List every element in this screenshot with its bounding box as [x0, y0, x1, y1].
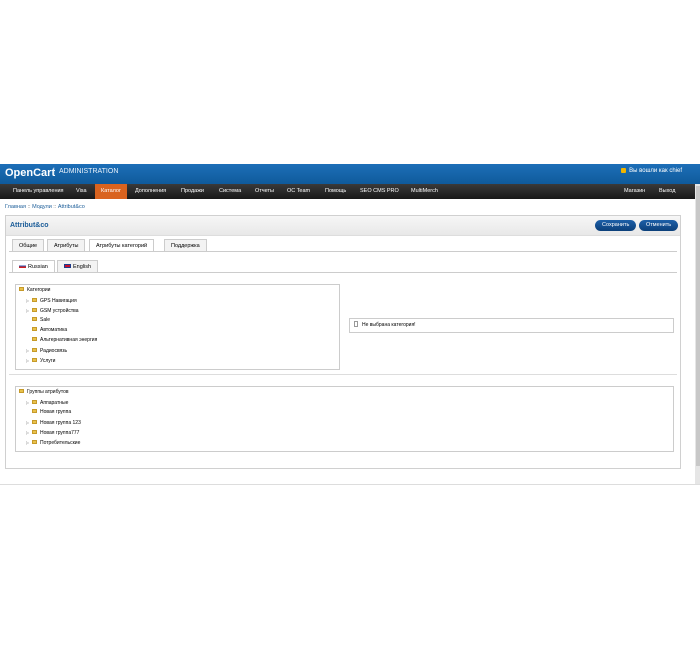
tab-support[interactable]: Поддержка — [164, 239, 207, 251]
tab-lang-english[interactable]: English — [57, 260, 99, 272]
breadcrumb-modules[interactable]: Модули — [32, 204, 52, 210]
lang-english-label: English — [73, 264, 92, 270]
page-scrollbar[interactable] — [695, 184, 700, 484]
tree-node-label: Услуги — [40, 358, 56, 364]
lang-russian-label: Russian — [28, 264, 48, 270]
folder-icon — [32, 440, 37, 444]
section-divider — [9, 374, 677, 375]
category-tree-panel: Категории ▷ GPS Навигация ▷ GSM устройства… — [15, 284, 340, 370]
breadcrumb-separator: :: — [53, 204, 57, 210]
tree-node-category[interactable]: ▷ Радиосвязь — [26, 346, 67, 355]
breadcrumb-separator: :: — [27, 204, 31, 210]
breadcrumb: Главная :: Модули :: Attribut&co — [5, 204, 85, 210]
tree-node-attribute-group[interactable]: ▷ Новая группа 123 — [26, 418, 81, 427]
tree-node-category[interactable]: Автоматика — [32, 326, 67, 335]
tab-attributes[interactable]: Атрибуты — [47, 239, 86, 251]
tree-root-attribute-groups[interactable]: Группы атрибутов — [19, 388, 69, 397]
folder-icon — [32, 420, 37, 424]
folder-icon — [32, 308, 37, 312]
menu-item-sales[interactable]: Продажи — [175, 184, 210, 199]
brand-subtitle: ADMINISTRATION — [59, 168, 119, 175]
tree-node-category[interactable]: ▷ Услуги — [26, 356, 55, 365]
tree-node-category[interactable]: Sale — [32, 316, 50, 325]
russian-flag-icon — [19, 264, 26, 268]
menu-item-multimerch[interactable]: MultiMerch — [405, 184, 444, 199]
login-text: Вы вошли как chief — [629, 168, 682, 174]
folder-icon — [32, 430, 37, 434]
tab-lang-russian[interactable]: Russian — [12, 260, 55, 272]
tree-node-label: GPS Навигация — [40, 298, 77, 304]
module-box: Attribut&co Сохранить Отменить Общие Атр… — [5, 215, 681, 469]
folder-icon — [32, 327, 37, 331]
breadcrumb-home[interactable]: Главная — [5, 204, 26, 210]
tree-node-category[interactable]: ▷ GSM устройства — [26, 306, 79, 315]
top-header: OpenCart | ADMINISTRATION Вы вошли как c… — [0, 164, 700, 184]
tree-node-label: Категории — [27, 287, 51, 293]
scrollbar-thumb[interactable] — [696, 186, 700, 466]
tab-general[interactable]: Общие — [12, 239, 45, 251]
category-attributes-panel: Не выбрана категория! — [349, 318, 674, 333]
attribute-groups-panel: Группы атрибутов ▷ Аппаратные Новая групп… — [15, 386, 674, 452]
tree-node-attribute-group[interactable]: Новая группа — [32, 408, 71, 417]
folder-icon — [32, 358, 37, 362]
breadcrumb-current[interactable]: Attribut&co — [58, 204, 85, 210]
tree-node-label: Sale — [40, 317, 51, 323]
folder-icon — [32, 400, 37, 404]
document-icon — [354, 321, 358, 327]
menu-item-seo-cms[interactable]: SEO CMS PRO — [354, 184, 405, 199]
module-box-header: Attribut&co Сохранить Отменить — [6, 216, 680, 236]
no-category-message: Не выбрана категория! — [354, 321, 416, 330]
folder-icon — [32, 409, 37, 413]
tree-node-attribute-group[interactable]: ▷ Новая группа777 — [26, 428, 79, 437]
menu-item-store[interactable]: Магазин — [618, 184, 651, 199]
tree-node-label: Альтернативная энергия — [40, 337, 98, 343]
folder-icon — [19, 389, 24, 393]
save-button[interactable]: Сохранить — [595, 220, 637, 231]
tree-node-label: Новая группа 123 — [40, 420, 81, 426]
tab-category-attributes[interactable]: Атрибуты категорий — [89, 239, 155, 251]
tree-root-categories[interactable]: Категории — [19, 286, 50, 295]
tree-node-category[interactable]: Альтернативная энергия — [32, 336, 97, 345]
tree-node-label: GSM устройства — [40, 308, 79, 314]
brand-logo[interactable]: OpenCart — [5, 167, 55, 179]
tree-node-label: Автоматика — [40, 327, 68, 333]
tree-node-label: Потребительские — [40, 440, 81, 446]
tree-node-attribute-group[interactable]: ▷ Аппаратные — [26, 398, 68, 407]
opencart-admin-window: OpenCart | ADMINISTRATION Вы вошли как c… — [0, 164, 700, 485]
menu-item-oc-team[interactable]: OC Team — [281, 184, 316, 199]
language-tabs-underline — [9, 272, 677, 273]
tree-node-label: Аппаратные — [40, 400, 69, 406]
tree-node-category[interactable]: ▷ GPS Навигация — [26, 296, 77, 305]
tree-node-label: Новая группа — [40, 409, 72, 415]
folder-icon — [32, 317, 37, 321]
menu-item-logout[interactable]: Выход — [653, 184, 681, 199]
page-title: Attribut&co — [10, 222, 49, 229]
main-menu: Панель управления Visa Каталог Дополнени… — [0, 184, 700, 199]
folder-icon — [32, 348, 37, 352]
menu-item-help[interactable]: Помощь — [319, 184, 352, 199]
tree-node-label: Радиосвязь — [40, 348, 68, 354]
menu-item-system[interactable]: Система — [213, 184, 247, 199]
tree-node-label: Новая группа777 — [40, 430, 80, 436]
folder-icon — [19, 287, 24, 291]
menu-item-dashboard[interactable]: Панель управления — [7, 184, 70, 199]
window-bottom-edge — [0, 484, 700, 485]
lock-icon — [621, 168, 627, 173]
folder-icon — [32, 298, 37, 302]
login-status: Вы вошли как chief — [621, 168, 682, 174]
menu-item-extensions[interactable]: Дополнения — [129, 184, 172, 199]
menu-item-visa[interactable]: Visa — [70, 184, 93, 199]
tree-node-attribute-group[interactable]: ▷ Потребительские — [26, 438, 80, 447]
no-category-text: Не выбрана категория! — [362, 322, 416, 328]
english-flag-icon — [64, 264, 71, 268]
tabs-underline — [9, 251, 677, 252]
folder-icon — [32, 337, 37, 341]
menu-item-reports[interactable]: Отчеты — [249, 184, 280, 199]
cancel-button[interactable]: Отменить — [639, 220, 679, 231]
tree-node-label: Группы атрибутов — [27, 389, 69, 395]
menu-item-catalog[interactable]: Каталог — [95, 184, 127, 199]
brand-separator: | — [53, 168, 55, 175]
